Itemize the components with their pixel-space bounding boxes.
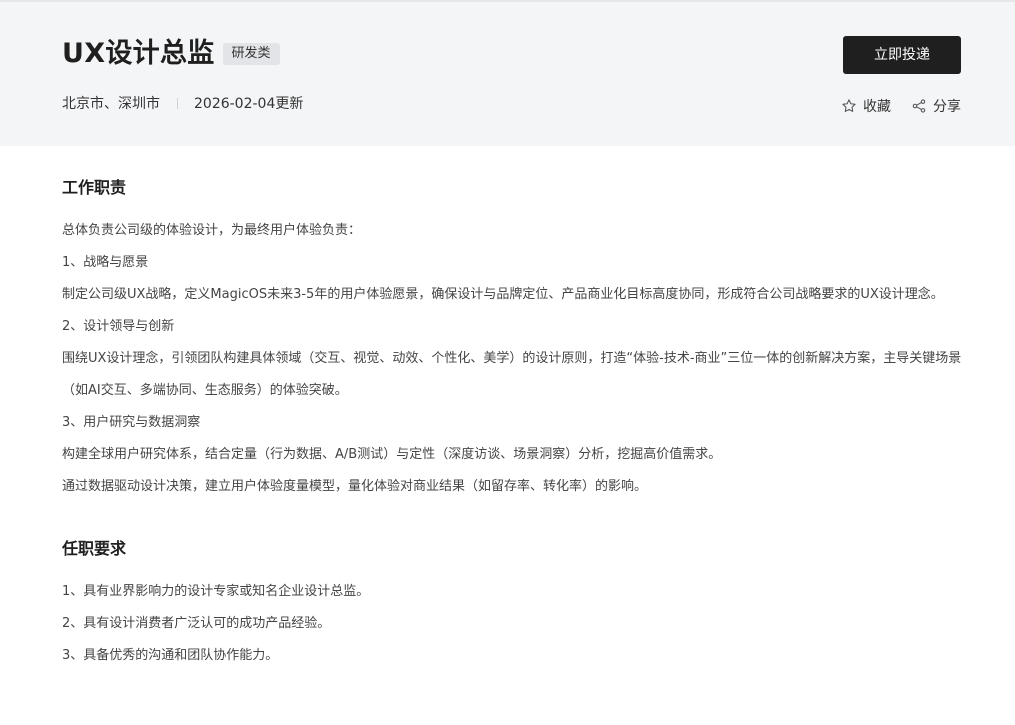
description-line: 3、用户研究与数据洞察: [62, 415, 201, 430]
job-detail-page: UX设计总监 研发类 北京市、深圳市 2026-02-04更新 立即投递 收藏: [0, 0, 1015, 725]
requirements-section: 任职要求 1、具有业界影响力的设计专家或知名企业设计总监。 2、具有设计消费者广…: [62, 537, 962, 672]
description-line: 构建全球用户研究体系，结合定量（行为数据、A/B测试）与定性（深度访谈、场景洞察…: [62, 447, 722, 462]
job-updated-date: 2026-02-04更新: [194, 96, 304, 112]
job-content: 工作职责 总体负责公司级的体验设计，为最终用户体验负责： 1、战略与愿景 制定公…: [62, 176, 962, 672]
job-header: UX设计总监 研发类 北京市、深圳市 2026-02-04更新 立即投递 收藏: [0, 0, 1015, 146]
section-title-requirements: 任职要求: [62, 539, 127, 558]
job-locations: 北京市、深圳市: [62, 96, 160, 112]
header-actions: 收藏 分享: [841, 96, 961, 116]
description-line: 2、设计领导与创新: [62, 319, 175, 334]
favorite-button[interactable]: 收藏: [841, 96, 891, 116]
description-line: 1、战略与愿景: [62, 255, 149, 270]
category-tag: 研发类: [222, 43, 280, 65]
description-line: 制定公司级UX战略，定义MagicOS未来3-5年的用户体验愿景，确保设计与品牌…: [62, 287, 944, 302]
job-title: UX设计总监: [62, 38, 215, 69]
title-row: UX设计总监 研发类: [62, 36, 280, 72]
description-line: 通过数据驱动设计决策，建立用户体验度量模型，量化体验对商业结果（如留存率、转化率…: [62, 479, 648, 494]
share-button[interactable]: 分享: [911, 96, 961, 116]
favorite-label: 收藏: [863, 99, 891, 115]
section-title-responsibilities: 工作职责: [62, 178, 127, 197]
share-label: 分享: [933, 99, 961, 115]
meta-divider: [177, 97, 178, 109]
apply-button[interactable]: 立即投递: [843, 36, 961, 74]
requirement-line: 1、具有业界影响力的设计专家或知名企业设计总监。: [62, 584, 370, 599]
share-nodes-icon: [912, 99, 926, 113]
requirements-body: 1、具有业界影响力的设计专家或知名企业设计总监。 2、具有设计消费者广泛认可的成…: [62, 576, 962, 672]
star-outline-icon: [842, 99, 856, 112]
responsibilities-body: 总体负责公司级的体验设计，为最终用户体验负责： 1、战略与愿景 制定公司级UX战…: [62, 215, 962, 503]
description-line: 总体负责公司级的体验设计，为最终用户体验负责：: [62, 223, 362, 238]
responsibilities-section: 工作职责 总体负责公司级的体验设计，为最终用户体验负责： 1、战略与愿景 制定公…: [62, 176, 962, 503]
requirement-line: 2、具有设计消费者广泛认可的成功产品经验。: [62, 616, 331, 631]
description-line: 围绕UX设计理念，引领团队构建具体领域（交互、视觉、动效、个性化、美学）的设计原…: [62, 351, 962, 398]
requirement-line: 3、具备优秀的沟通和团队协作能力。: [62, 648, 279, 663]
job-meta: 北京市、深圳市 2026-02-04更新: [62, 93, 303, 113]
